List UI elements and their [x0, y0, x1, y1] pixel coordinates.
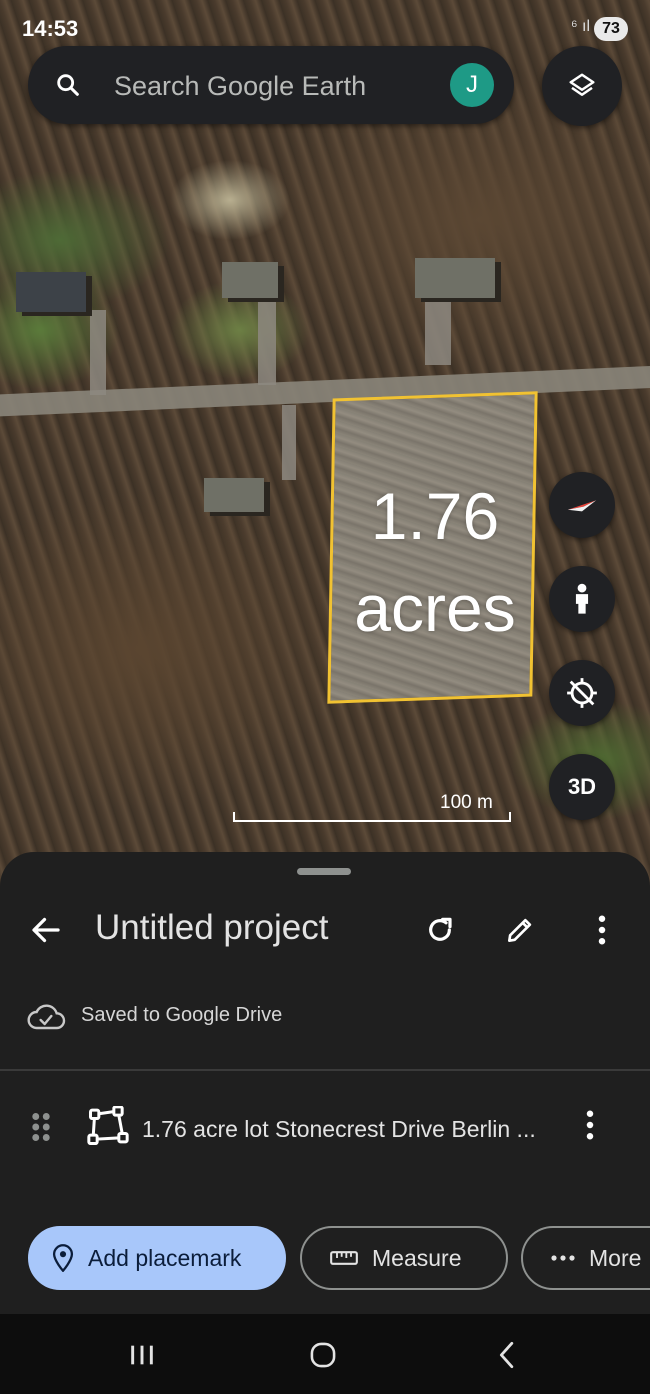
signal-indicator: ⁶ ıl	[570, 18, 590, 35]
map-driveway	[282, 405, 296, 480]
search-bar[interactable]: J	[28, 46, 514, 124]
layers-icon	[569, 73, 595, 96]
project-sheet: Untitled project Saved to Google Drive 1…	[0, 852, 650, 1314]
measure-label: Measure	[372, 1244, 462, 1271]
map-house	[204, 478, 264, 512]
map-house	[222, 262, 278, 298]
compass-button[interactable]	[549, 472, 615, 538]
recent-apps-icon[interactable]	[122, 1338, 162, 1372]
divider	[0, 1069, 650, 1071]
lot-area-unit: acres	[354, 571, 516, 645]
saved-status: Saved to Google Drive	[81, 1004, 283, 1026]
measure-button[interactable]: Measure	[300, 1226, 508, 1290]
three-d-button[interactable]: 3D	[549, 754, 615, 820]
satellite-map[interactable]: 1.76 acres 100 m	[0, 0, 650, 900]
map-driveway	[90, 310, 106, 395]
search-input[interactable]	[112, 64, 436, 108]
system-nav-bar	[0, 1314, 650, 1394]
scale-label: 100 m	[440, 792, 493, 813]
drag-handle-icon[interactable]	[30, 1112, 52, 1147]
ruler-icon	[330, 1249, 358, 1267]
status-bar: 14:53 ⁶ ıl 73	[0, 0, 650, 44]
add-placemark-label: Add placemark	[88, 1244, 242, 1271]
home-icon[interactable]	[303, 1338, 343, 1372]
add-placemark-button[interactable]: Add placemark	[28, 1226, 286, 1290]
project-title[interactable]: Untitled project	[95, 908, 328, 948]
lot-area-value: 1.76	[370, 479, 500, 553]
refresh-icon[interactable]	[420, 910, 460, 950]
pin-icon	[52, 1244, 74, 1272]
street-view-icon	[575, 583, 589, 614]
map-driveway	[258, 290, 276, 385]
lot-area-label: 1.76 acres	[330, 470, 540, 654]
layers-button[interactable]	[542, 46, 622, 126]
edit-icon[interactable]	[500, 910, 540, 950]
map-house	[415, 258, 495, 298]
more-button[interactable]: More	[521, 1226, 650, 1290]
more-horiz-icon	[551, 1254, 575, 1262]
scale-bar	[233, 812, 511, 822]
polygon-icon	[86, 1105, 130, 1151]
battery-indicator: 73	[594, 17, 628, 41]
street-view-button[interactable]	[549, 566, 615, 632]
cloud-done-icon	[26, 1000, 66, 1037]
back-icon[interactable]	[28, 912, 64, 948]
status-time: 14:53	[22, 16, 79, 41]
back-nav-icon[interactable]	[486, 1338, 526, 1372]
project-item-label: 1.76 acre lot Stonecrest Drive Berlin ..…	[142, 1116, 536, 1142]
map-driveway	[425, 300, 451, 365]
location-off-icon	[567, 678, 597, 708]
action-chips: Add placemark Measure More	[0, 1224, 650, 1294]
project-item[interactable]: 1.76 acre lot Stonecrest Drive Berlin ..…	[0, 1084, 650, 1174]
more-label: More	[589, 1244, 642, 1271]
avatar[interactable]: J	[450, 63, 494, 107]
more-vert-icon[interactable]	[582, 910, 622, 950]
sheet-drag-handle[interactable]	[297, 868, 351, 875]
compass-icon	[567, 500, 597, 512]
search-icon	[54, 71, 82, 99]
my-location-button[interactable]	[549, 660, 615, 726]
more-vert-icon[interactable]	[585, 1110, 595, 1145]
map-house	[16, 272, 86, 312]
